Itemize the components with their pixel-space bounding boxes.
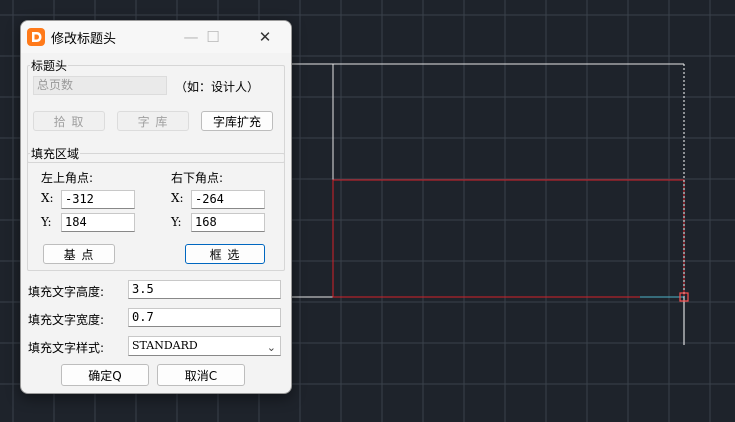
fill-text-style-label: 填充文字样式: (28, 341, 105, 355)
fill-text-style-value: STANDARD (132, 339, 198, 352)
top-left-y-label: Y: (41, 215, 52, 229)
maximize-icon: ☐ (206, 28, 220, 46)
fill-text-height-label: 填充文字高度: (28, 285, 105, 299)
close-icon: ✕ (258, 28, 272, 46)
font-library-expand-button[interactable]: 字库扩充 (201, 111, 273, 131)
bottom-right-y-input[interactable]: 168 (191, 213, 265, 232)
cancel-button[interactable]: 取消C (157, 364, 245, 386)
top-left-y-input[interactable]: 184 (61, 213, 135, 232)
close-button[interactable]: ✕ (245, 21, 285, 53)
fill-area-selection (332, 179, 685, 298)
fill-text-width-input[interactable]: 0.7 (128, 308, 281, 327)
header-group-legend: 标题头 (31, 59, 68, 73)
modify-title-header-dialog: 修改标题头 — ☐ ✕ 标题头 总页数 （如：设计人） 拾 取 字 库 字库扩充… (20, 20, 292, 394)
fill-text-width-label: 填充文字宽度: (28, 313, 105, 327)
bottom-right-x-input[interactable]: -264 (191, 190, 265, 209)
bottom-right-point-label: 右下角点: (171, 171, 224, 185)
app-logo-icon (27, 28, 45, 46)
box-select-button[interactable]: 框 选 (185, 244, 265, 264)
base-point-button[interactable]: 基 点 (43, 244, 115, 264)
dialog-title: 修改标题头 (51, 32, 117, 47)
fill-text-height-input[interactable]: 3.5 (128, 280, 281, 299)
top-left-point-label: 左上角点: (41, 171, 94, 185)
top-left-x-input[interactable]: -312 (61, 190, 135, 209)
title-bar[interactable]: 修改标题头 — ☐ ✕ (21, 21, 291, 53)
bottom-right-x-label: X: (171, 191, 184, 205)
top-left-x-label: X: (41, 191, 54, 205)
header-hint-label: （如：设计人） (175, 80, 260, 94)
fill-area-legend: 填充区域 (31, 147, 80, 161)
chevron-down-icon: ⌄ (266, 341, 276, 354)
fill-text-style-select[interactable]: STANDARD ⌄ (128, 336, 281, 356)
header-text-input[interactable]: 总页数 (33, 76, 167, 95)
maximize-button[interactable]: ☐ (193, 21, 233, 53)
pick-button[interactable]: 拾 取 (33, 111, 105, 131)
ok-button[interactable]: 确定Q (61, 364, 149, 386)
font-library-button[interactable]: 字 库 (117, 111, 189, 131)
bottom-right-y-label: Y: (171, 215, 182, 229)
